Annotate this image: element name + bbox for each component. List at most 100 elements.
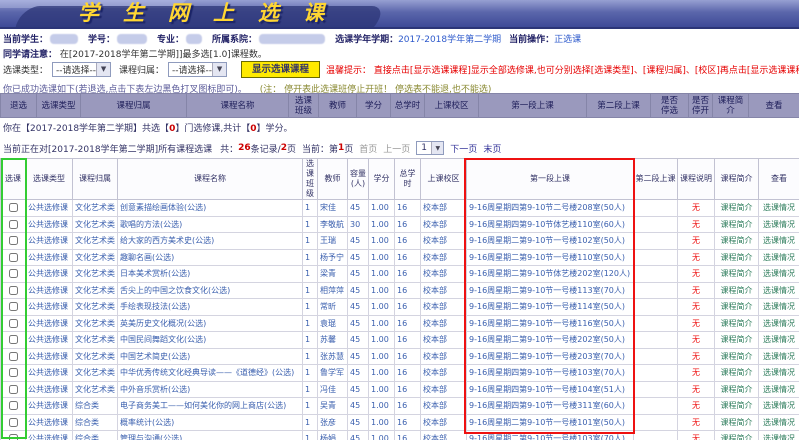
course-select-checkbox[interactable] (9, 335, 18, 344)
page-number-select[interactable]: 1 ▼ (416, 141, 444, 155)
course-enrollment-link[interactable]: 选课情况 (759, 398, 799, 415)
campus-cell: 校本部 (421, 216, 467, 233)
pager-current-label: 当前：第 (302, 142, 338, 155)
type-cell: 公共选修课 (26, 216, 73, 233)
course-select-checkbox[interactable] (9, 269, 18, 278)
schedule2-cell (634, 299, 678, 316)
course-intro-link[interactable]: 课程简介 (715, 332, 759, 349)
class-no-cell: 1 (303, 233, 318, 250)
pager-first-link[interactable]: 首页 (359, 142, 377, 155)
course-intro-link[interactable]: 课程简介 (715, 299, 759, 316)
course-category-label: 课程归属： (119, 63, 164, 76)
schedule1-cell: 9-16周星期二第9-10节一号楼103室(70人) (467, 431, 634, 440)
course-intro-link[interactable]: 课程简介 (715, 200, 759, 217)
redacted-student-id (117, 34, 147, 44)
select-cell (1, 249, 26, 266)
type-cell: 公共选修课 (26, 299, 73, 316)
current-operation-link[interactable]: 正选课 (554, 32, 581, 45)
type-cell: 公共选修课 (26, 282, 73, 299)
capacity-cell: 45 (348, 315, 369, 332)
col-header-campus: 上课校区 (425, 94, 479, 118)
course-enrollment-link[interactable]: 选课情况 (759, 315, 799, 332)
col-header-period2: 第二段上课 (587, 94, 651, 118)
category-cell: 文化艺术类 (73, 365, 118, 382)
pager-next-link[interactable]: 下一页 (450, 142, 477, 155)
course-select-checkbox[interactable] (9, 302, 18, 311)
course-intro-link[interactable]: 课程简介 (715, 348, 759, 365)
course-intro-link[interactable]: 课程简介 (715, 414, 759, 431)
hours-cell: 16 (395, 216, 421, 233)
course-select-checkbox[interactable] (9, 203, 18, 212)
credit-cell: 1.00 (369, 431, 395, 440)
course-select-checkbox[interactable] (9, 385, 18, 394)
course-row: 公共选修课综合类管理与沟通(公选)1杨娟451.0016校本部9-16周星期二第… (1, 431, 799, 440)
col-header-select: 选课 (1, 159, 26, 200)
course-select-checkbox[interactable] (9, 319, 18, 328)
pager-prev-link[interactable]: 上一页 (383, 142, 410, 155)
course-enrollment-link[interactable]: 选课情况 (759, 233, 799, 250)
capacity-cell: 30 (348, 216, 369, 233)
category-cell: 文化艺术类 (73, 249, 118, 266)
type-cell: 公共选修课 (26, 381, 73, 398)
course-enrollment-link[interactable]: 选课情况 (759, 216, 799, 233)
show-courses-button[interactable]: 显示选课课程 (241, 61, 320, 78)
term-link[interactable]: 2017-2018学年第二学期 (398, 32, 501, 45)
col-header-category: 课程归属 (73, 159, 118, 200)
course-select-checkbox[interactable] (9, 236, 18, 245)
course-enrollment-link[interactable]: 选课情况 (759, 200, 799, 217)
hours-cell: 16 (395, 266, 421, 283)
course-enrollment-link[interactable]: 选课情况 (759, 348, 799, 365)
course-enrollment-link[interactable]: 选课情况 (759, 282, 799, 299)
note-cell: 无 (678, 414, 715, 431)
course-intro-link[interactable]: 课程简介 (715, 233, 759, 250)
pager-pages-suffix: 页 (287, 142, 296, 155)
course-row: 公共选修课综合类电子商务美工——如何美化你的网上商店(公选)1吴青451.001… (1, 398, 799, 415)
course-intro-link[interactable]: 课程简介 (715, 315, 759, 332)
teacher-cell: 李敬航 (318, 216, 348, 233)
chevron-down-icon: ▼ (212, 63, 226, 76)
course-enrollment-link[interactable]: 选课情况 (759, 365, 799, 382)
selected-courses-table: 退选选课类型课程归属课程名称选课 班级教师学分总学时上课校区第一段上课第二段上课… (0, 93, 799, 118)
course-enrollment-link[interactable]: 选课情况 (759, 266, 799, 283)
credit-cell: 1.00 (369, 414, 395, 431)
course-intro-link[interactable]: 课程简介 (715, 249, 759, 266)
select-cell (1, 282, 26, 299)
course-select-checkbox[interactable] (9, 220, 18, 229)
term-label: 选课学年学期： (335, 32, 398, 45)
course-type-select[interactable]: --请选择-- ▼ (52, 62, 111, 77)
course-select-checkbox[interactable] (9, 253, 18, 262)
course-intro-link[interactable]: 课程简介 (715, 381, 759, 398)
course-select-checkbox[interactable] (9, 286, 18, 295)
course-select-checkbox[interactable] (9, 418, 18, 427)
col-header-class_no: 选课 班级 (303, 159, 318, 200)
teacher-cell: 梁青 (318, 266, 348, 283)
schedule2-cell (634, 332, 678, 349)
course-intro-link[interactable]: 课程简介 (715, 398, 759, 415)
pager-last-link[interactable]: 末页 (483, 142, 501, 155)
course-enrollment-link[interactable]: 选课情况 (759, 249, 799, 266)
course-intro-link[interactable]: 课程简介 (715, 216, 759, 233)
course-select-checkbox[interactable] (9, 401, 18, 410)
course-category-select[interactable]: --请选择-- ▼ (168, 62, 227, 77)
course-row: 公共选修课文化艺术类英美历史文化概况(公选)1袁琨451.0016校本部9-16… (1, 315, 799, 332)
course-intro-link[interactable]: 课程简介 (715, 266, 759, 283)
course-intro-link[interactable]: 课程简介 (715, 431, 759, 440)
summary-pre: 你在【2017-2018学年第二学期】共选【 (3, 124, 169, 134)
course-intro-link[interactable]: 课程简介 (715, 365, 759, 382)
campus-cell: 校本部 (421, 200, 467, 217)
note-cell: 无 (678, 282, 715, 299)
notice-text: 在[2017-2018学年第二学期]]最多选[1.0]课程数。 (60, 50, 267, 60)
course-select-checkbox[interactable] (9, 368, 18, 377)
course-enrollment-link[interactable]: 选课情况 (759, 431, 799, 440)
teacher-cell: 冯佳 (318, 381, 348, 398)
course-enrollment-link[interactable]: 选课情况 (759, 381, 799, 398)
course-select-checkbox[interactable] (9, 434, 18, 440)
course-enrollment-link[interactable]: 选课情况 (759, 332, 799, 349)
course-enrollment-link[interactable]: 选课情况 (759, 299, 799, 316)
course-enrollment-link[interactable]: 选课情况 (759, 414, 799, 431)
course-intro-link[interactable]: 课程简介 (715, 282, 759, 299)
course-select-checkbox[interactable] (9, 352, 18, 361)
schedule1-cell: 9-16周星期二第9-10节一号楼114室(50人) (467, 299, 634, 316)
course-row: 公共选修课文化艺术类中国民间舞蹈文化(公选)1苏馨451.0016校本部9-16… (1, 332, 799, 349)
hours-cell: 16 (395, 381, 421, 398)
